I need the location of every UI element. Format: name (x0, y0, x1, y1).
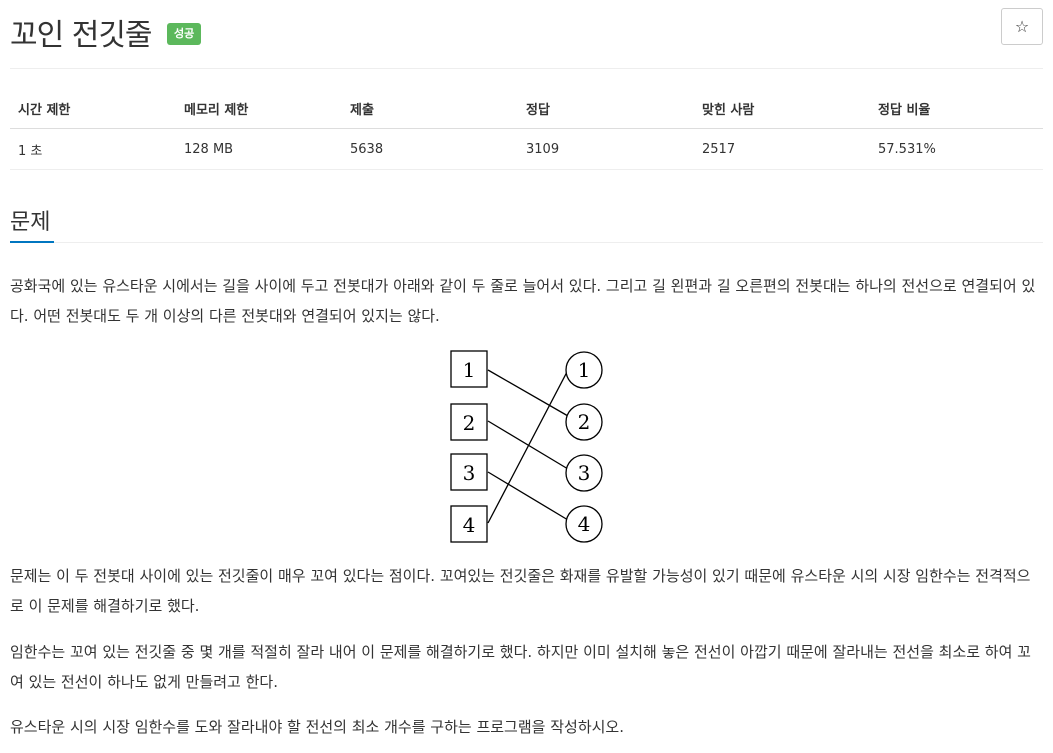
left-label-2: 2 (463, 411, 476, 435)
info-value-row: 1 초 128 MB 5638 3109 2517 57.531% (10, 128, 1043, 170)
value-correct: 3109 (518, 128, 694, 170)
right-label-4: 4 (578, 512, 591, 536)
problem-section-header: 문제 (10, 198, 1043, 243)
value-submissions: 5638 (342, 128, 518, 170)
left-label-4: 4 (463, 513, 476, 537)
problem-info-table: 시간 제한 메모리 제한 제출 정답 맞힌 사람 정답 비율 1 초 128 M… (10, 90, 1043, 170)
problem-paragraph-4: 유스타운 시의 시장 임한수를 도와 잘라내야 할 전선의 최소 개수를 구하는… (10, 718, 624, 736)
left-label-1: 1 (463, 358, 476, 382)
section-underline (10, 241, 54, 243)
header-ratio: 정답 비율 (870, 90, 1043, 129)
header-memory-limit: 메모리 제한 (176, 90, 342, 129)
wire-3-4 (487, 471, 569, 521)
star-icon[interactable]: ☆ (1001, 8, 1043, 45)
right-label-3: 3 (578, 461, 591, 485)
section-title: 문제 (10, 210, 51, 235)
value-time-limit: 1 초 (10, 128, 176, 170)
problem-paragraph-2: 문제는 이 두 전봇대 사이에 있는 전깃줄이 매우 꼬여 있다는 점이다. 꼬… (10, 567, 1031, 615)
right-label-2: 2 (578, 410, 591, 434)
problem-paragraph-3: 임한수는 꼬여 있는 전깃줄 중 몇 개를 적절히 잘라 내어 이 문제를 해결… (10, 643, 1031, 691)
wire-2-3 (487, 420, 569, 470)
header-submissions: 제출 (342, 90, 518, 129)
value-memory-limit: 128 MB (176, 128, 342, 170)
left-label-3: 3 (463, 461, 476, 485)
header-correct: 정답 (518, 90, 694, 129)
result-badge: 성공 (167, 23, 202, 45)
problem-header: 꼬인 전깃줄 성공 ☆ (10, 8, 1043, 69)
value-ratio: 57.531% (870, 128, 1043, 170)
problem-paragraph-1: 공화국에 있는 유스타운 시에서는 길을 사이에 두고 전봇대가 아래와 같이 … (10, 277, 1036, 325)
wire-diagram: 1 2 3 4 1 2 3 4 (450, 350, 603, 543)
header-solvers: 맞힌 사람 (694, 90, 870, 129)
header-time-limit: 시간 제한 (10, 90, 176, 129)
problem-title: 꼬인 전깃줄 (10, 18, 153, 53)
right-label-1: 1 (578, 358, 591, 382)
info-header-row: 시간 제한 메모리 제한 제출 정답 맞힌 사람 정답 비율 (10, 90, 1043, 129)
value-solvers: 2517 (694, 128, 870, 170)
